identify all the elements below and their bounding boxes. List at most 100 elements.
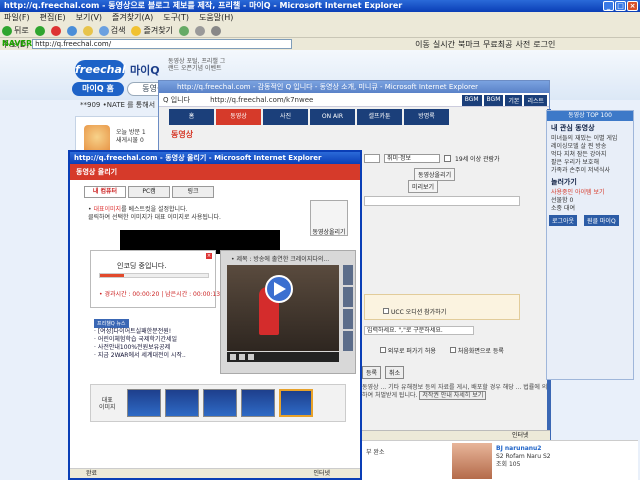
back-button[interactable]: 뒤로 — [2, 25, 29, 36]
category-select[interactable]: 취미·정보 — [384, 154, 440, 163]
link-dictionary[interactable]: 사전 — [516, 39, 531, 50]
interest-item[interactable]: 팔은 우리가 보호해 — [547, 159, 633, 167]
address-input[interactable]: http://q.freechal.com/ — [32, 39, 293, 49]
link-login[interactable]: 로그인 — [533, 39, 555, 50]
adult-checkbox[interactable] — [444, 155, 451, 162]
nav-onair[interactable]: ON AIR — [310, 109, 355, 125]
bgm-button-2[interactable]: BGM — [483, 95, 504, 106]
frame-thumb[interactable] — [343, 309, 353, 329]
popup-status-zone: 인터넷 — [313, 470, 330, 477]
bj-thumbnail[interactable] — [452, 443, 492, 479]
video-caption: • 제목 : 방송에 출연한 크레이지다의... — [231, 256, 330, 263]
bj-name[interactable]: BJ narunanu2 — [496, 445, 551, 453]
maximize-icon[interactable]: □ — [615, 1, 626, 11]
nav-home[interactable]: 홈 — [169, 109, 214, 125]
interest-item[interactable]: 먹다 지쳐 잠든 강아지 — [547, 151, 633, 159]
category-row: 취미·정보 19세 이상 관람가 — [364, 154, 500, 163]
my-store[interactable]: 소중 대여 — [547, 205, 633, 213]
link-realtime[interactable]: 실시간 — [433, 39, 455, 50]
window-controls: _ □ × — [603, 1, 638, 11]
news-item[interactable]: · 어린이체험학습 국제학기간세일 — [94, 336, 214, 344]
title-input[interactable] — [364, 196, 520, 206]
bgm-list[interactable]: 리스트 — [524, 95, 547, 106]
rep-thumb[interactable] — [203, 389, 237, 417]
popup-upload-button[interactable]: 동영상올리기 — [310, 200, 348, 236]
myq-button[interactable]: 원클 마이Q — [583, 215, 619, 226]
close-icon[interactable]: × — [206, 253, 212, 259]
link-bookmark[interactable]: 북마크 — [458, 39, 480, 50]
stop-icon[interactable] — [239, 354, 245, 360]
rep-thumb[interactable] — [127, 389, 161, 417]
gift-box[interactable]: 선물함 0 — [547, 197, 633, 205]
nav-photo[interactable]: 사진 — [263, 109, 308, 125]
nav-selfcartoon[interactable]: 셀프카툰 — [357, 109, 402, 125]
link-free[interactable]: 무료최공 — [483, 39, 512, 50]
interest-section-title: 내 관심 동영상 — [551, 124, 595, 132]
interest-item[interactable]: 가족과 손주이 저녁식사 — [547, 167, 633, 175]
logout-button[interactable]: 로그아웃 — [549, 215, 578, 226]
confirm-button[interactable]: 등록 — [362, 366, 382, 379]
tab-link[interactable]: 링크 — [172, 186, 214, 198]
recent-items-link[interactable]: 사용중인 아이템 보기 — [547, 189, 633, 197]
volume-icon[interactable] — [248, 354, 254, 360]
menu-tools[interactable]: 도구(T) — [163, 12, 189, 24]
mini-url[interactable]: http://q.freechal.com/k7nwee — [210, 96, 313, 104]
nav-video[interactable]: 동영상 — [216, 109, 261, 125]
preview-button[interactable]: 미리보기 — [408, 180, 439, 193]
tag-input[interactable]: 입력하세요. ","로 구분하세요. — [364, 326, 474, 335]
tab-pc-cam[interactable]: PC캠 — [128, 186, 170, 198]
ucc-checkbox[interactable] — [383, 308, 389, 314]
frame-thumb[interactable] — [343, 287, 353, 307]
bgm-basic[interactable]: 기본 — [505, 95, 523, 106]
maiq-title: 마이Q — [130, 64, 160, 77]
frame-thumb[interactable] — [343, 331, 353, 351]
home-icon[interactable] — [82, 25, 93, 36]
menu-view[interactable]: 보기(V) — [76, 12, 102, 24]
upload-popup: http://q.freechal.com - 동영상 올리기 - Micros… — [68, 150, 362, 480]
menu-favorites[interactable]: 즐겨찾기(A) — [112, 12, 153, 24]
close-icon[interactable]: × — [627, 1, 638, 11]
freechal-logo[interactable]: freechal — [75, 60, 126, 80]
menu-file[interactable]: 파일(F) — [4, 12, 30, 24]
share-checkbox[interactable] — [380, 347, 386, 353]
search-button[interactable]: 검색 — [98, 25, 125, 36]
popup-title: http://q.freechal.com - 동영상 올리기 - Micros… — [74, 154, 322, 162]
mail-icon[interactable] — [194, 25, 205, 36]
top100-header[interactable]: 동영상 TOP 100 — [547, 111, 633, 121]
menu-edit[interactable]: 편집(E) — [40, 12, 66, 24]
nav-guestbook[interactable]: 방명록 — [404, 109, 449, 125]
tab-myq-home[interactable]: 마이Q 홈 — [72, 82, 124, 96]
refresh-icon[interactable] — [66, 25, 77, 36]
favorites-button[interactable]: 즐겨찾기 — [131, 25, 173, 36]
share-option[interactable]: 외부로 퍼가기 허용 — [380, 346, 436, 355]
news-item[interactable]: · [여성]다이어트실패한분전원! — [94, 328, 214, 336]
rep-thumb[interactable] — [165, 389, 199, 417]
cancel-button[interactable]: 취소 — [385, 366, 405, 379]
interest-item[interactable]: 레이싱모델 살 찐 방송 — [547, 143, 633, 151]
naver-logo[interactable]: NAVER — [2, 38, 32, 50]
forward-arrow-icon[interactable] — [34, 25, 45, 36]
bgm-button[interactable]: BGM — [461, 95, 482, 106]
register-checkbox[interactable] — [449, 347, 456, 353]
news-item[interactable]: · 사전안내100%전원보유공제 — [94, 344, 214, 352]
register-option[interactable]: 처음화면으로 등록 — [449, 346, 504, 355]
news-item[interactable]: · 지금 2WAR에서 세계대전이 시작.. — [94, 352, 214, 360]
rep-thumb-selected[interactable] — [279, 389, 313, 417]
stop-icon[interactable] — [50, 25, 61, 36]
popup-status-bar: 완료 인터넷 — [70, 468, 360, 478]
menu-help[interactable]: 도움말(H) — [199, 12, 233, 24]
category-select-1[interactable] — [364, 154, 380, 163]
mini-status-bar: 인터넷 — [362, 430, 550, 440]
go-button[interactable]: 이동 — [415, 39, 430, 50]
print-icon[interactable] — [210, 25, 221, 36]
notice-detail-button[interactable]: 저작권 안내 자세히 보기 — [419, 391, 487, 400]
tab-my-computer[interactable]: 내 컴퓨터 — [84, 186, 126, 198]
rep-thumb[interactable] — [241, 389, 275, 417]
interest-item[interactable]: 미녀들의 재밌는 이별 게임 — [547, 135, 633, 143]
play-pause-icon[interactable] — [230, 354, 236, 360]
frame-thumb[interactable] — [343, 265, 353, 285]
video-controls — [227, 352, 339, 362]
minimize-icon[interactable]: _ — [603, 1, 614, 11]
history-icon[interactable] — [178, 25, 189, 36]
play-triangle-icon — [274, 282, 286, 296]
